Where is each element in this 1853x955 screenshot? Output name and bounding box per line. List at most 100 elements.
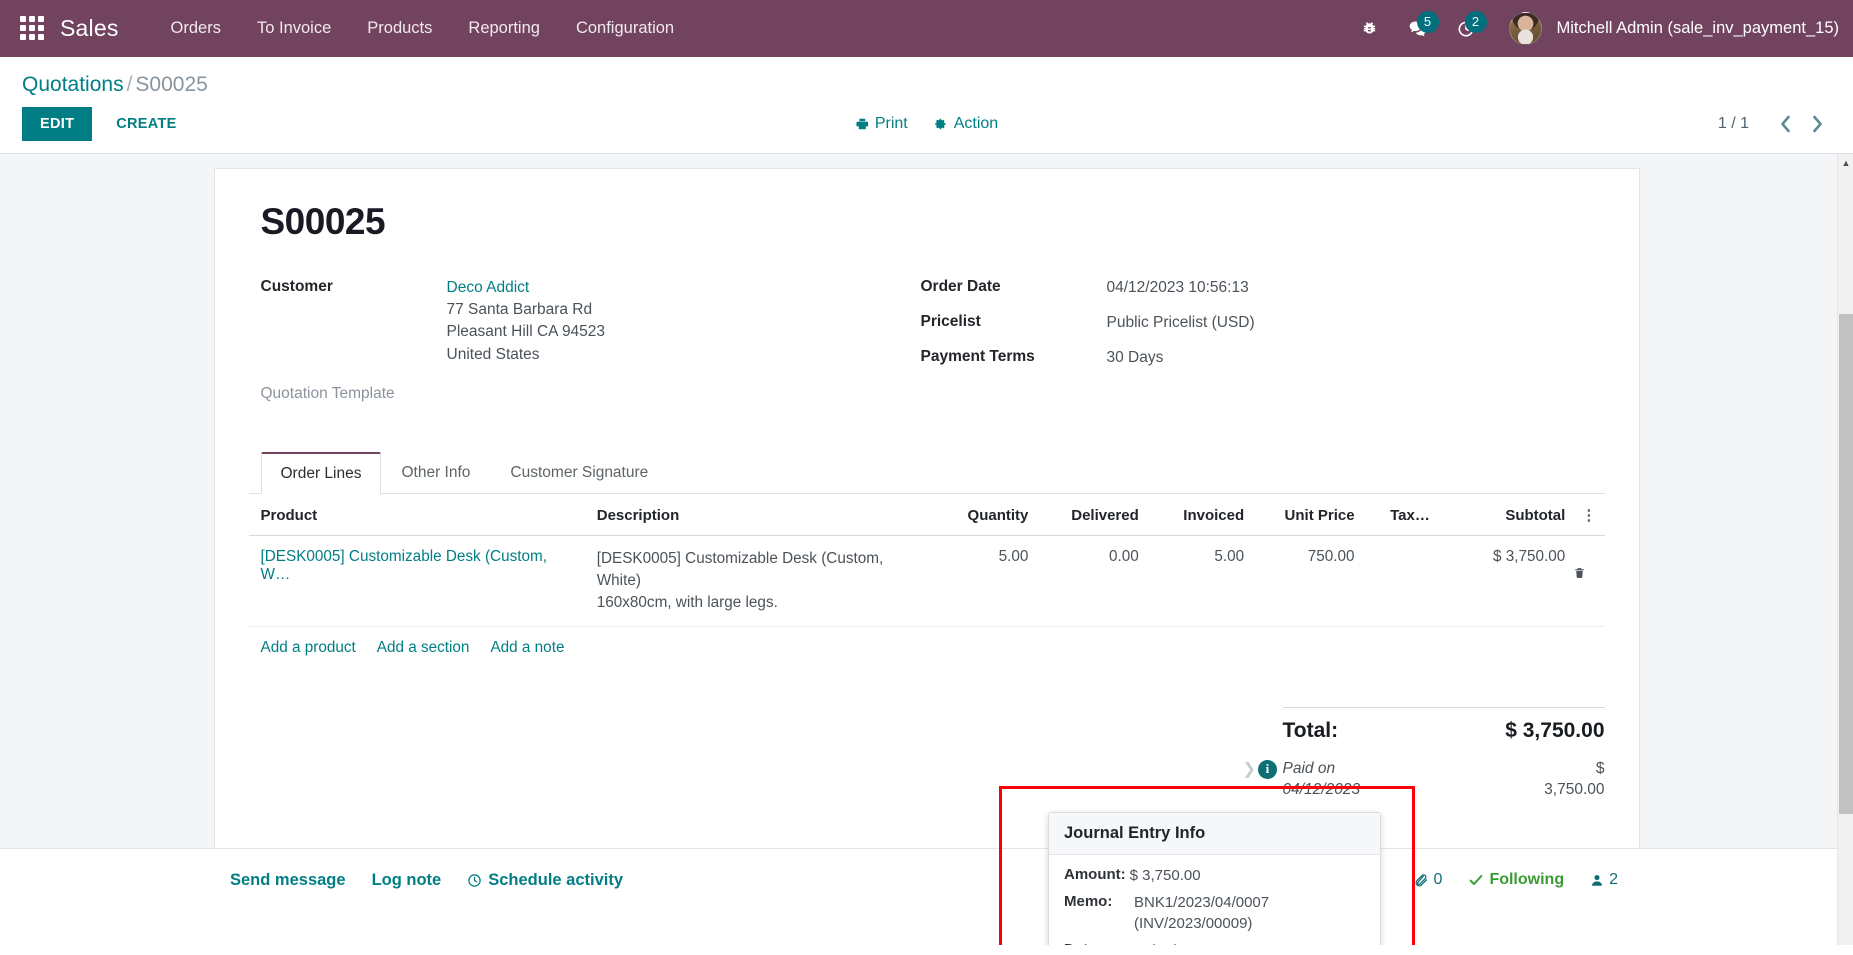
attachment-count: 0 [1433,871,1443,888]
following-status[interactable]: Following [1468,871,1564,889]
pricelist-value[interactable]: Public Pricelist (USD) [1107,312,1255,334]
vertical-dots-icon[interactable]: ⋮ [1573,494,1605,537]
record-fields-left: Customer Deco Addict 77 Santa Barbara Rd… [261,277,921,416]
user-menu-name[interactable]: Mitchell Admin (sale_inv_payment_15) [1557,19,1839,38]
column-header-tax[interactable]: Tax… [1362,494,1438,537]
column-header-quantity[interactable]: Quantity [931,494,1037,537]
product-link[interactable]: [DESK0005] Customizable Desk (Custom, W… [261,548,548,583]
totals-block: ❯ i Total: $ 3,750.00 Paid on 04/12/2023 [1243,707,1605,801]
clock-icon [467,873,482,888]
nav-item-products[interactable]: Products [349,11,450,46]
scrollbar-thumb[interactable] [1839,314,1853,814]
column-header-invoiced[interactable]: Invoiced [1146,494,1253,537]
popover-memo-line-1: BNK1/2023/04/0007 [1134,894,1270,912]
cell-description[interactable]: [DESK0005] Customizable Desk (Custom, Wh… [584,535,931,628]
paid-amount: $ 3,750.00 [1544,759,1604,801]
trash-icon[interactable] [1573,548,1604,580]
chatter-bar: Send message Log note Schedule activity … [0,848,1853,955]
edit-button[interactable]: EDIT [22,107,93,141]
payment-info-marker: ❯ i [1243,759,1277,779]
chatter-actions: Send message Log note Schedule activity [30,871,623,890]
nav-item-orders[interactable]: Orders [153,11,239,46]
log-note-button[interactable]: Log note [372,871,442,890]
cell-unit-price[interactable]: 750.00 [1252,535,1363,628]
create-button[interactable]: CREATE [100,107,192,141]
description-line-1: [DESK0005] Customizable Desk (Custom, [596,550,884,568]
navbar-right-cluster: 5 2 Mitchell Admin (sale_inv_payment_15) [1349,9,1839,49]
nav-item-configuration[interactable]: Configuration [558,11,692,46]
followers-count: 2 [1609,871,1618,888]
check-icon [1468,872,1484,888]
info-circle-icon[interactable]: i [1257,759,1277,779]
total-value: $ 3,750.00 [1505,719,1605,743]
clock-activity-icon[interactable]: 2 [1445,9,1487,49]
add-a-section-link[interactable]: Add a section [377,639,470,657]
total-label: Total: [1282,719,1339,743]
paid-row: Paid on 04/12/2023 $ 3,750.00 [1283,749,1605,801]
column-header-product[interactable]: Product [248,494,585,537]
tab-other-info[interactable]: Other Info [381,452,490,494]
schedule-activity-button[interactable]: Schedule activity [467,871,623,890]
app-brand-sales[interactable]: Sales [60,15,119,42]
paid-label-line-1: Paid on [1282,760,1336,778]
nav-item-reporting[interactable]: Reporting [450,11,558,46]
control-panel: Quotations / S00025 EDIT CREATE Print Ac… [0,57,1853,154]
order-date-value[interactable]: 04/12/2023 10:56:13 [1107,277,1249,299]
cell-product[interactable]: [DESK0005] Customizable Desk (Custom, W… [248,535,585,628]
totals-zone: ❯ i Total: $ 3,750.00 Paid on 04/12/2023 [249,707,1605,801]
cell-tax[interactable] [1362,535,1438,628]
field-customer-value-group: Deco Addict 77 Santa Barbara Rd Pleasant… [447,277,606,366]
record-fields-right: Order Date 04/12/2023 10:56:13 Pricelist… [921,277,1561,416]
scroll-up-arrow-icon[interactable]: ▲ [1838,154,1853,172]
chevron-right-icon[interactable] [1803,110,1831,138]
popover-amount-label: Amount: [1064,866,1126,883]
vertical-scrollbar[interactable]: ▲ [1837,154,1853,945]
chevron-left-icon[interactable] [1771,110,1799,138]
popover-date-label: Date: [1064,941,1130,945]
breadcrumb: Quotations / S00025 [0,67,1853,107]
send-message-button[interactable]: Send message [230,871,346,890]
description-line-3: 160x80cm, with large legs. [596,594,778,612]
table-row[interactable]: [DESK0005] Customizable Desk (Custom, W…… [248,535,1605,628]
popover-date-row: Date: 04/12/2023 [1064,941,1365,945]
paid-label-line-2: 04/12/2023 [1282,781,1361,799]
column-header-delivered[interactable]: Delivered [1036,494,1147,537]
action-button[interactable]: Action [934,115,998,133]
customer-address-line-1: 77 Santa Barbara Rd [446,301,593,318]
popover-date-value: 04/12/2023 [1130,941,1209,945]
user-avatar[interactable] [1508,12,1542,45]
cell-quantity[interactable]: 5.00 [931,535,1037,628]
paperclip-icon [1414,873,1429,888]
add-a-note-link[interactable]: Add a note [490,639,564,657]
popover-body: Amount: $ 3,750.00 Memo: BNK1/2023/04/00… [1049,855,1380,945]
breadcrumb-quotations[interactable]: Quotations [22,73,124,96]
attachments-stat[interactable]: 0 [1414,871,1443,889]
tab-customer-signature[interactable]: Customer Signature [490,452,668,494]
record-fields: Customer Deco Addict 77 Santa Barbara Rd… [261,277,1605,416]
customer-address-line-2: Pleasant Hill CA 94523 [446,323,606,341]
column-header-description[interactable]: Description [584,494,931,537]
chatter-stats: 0 Following 2 [1414,871,1823,889]
apps-grid-icon[interactable] [20,15,46,42]
column-header-subtotal[interactable]: Subtotal [1437,494,1574,537]
add-row-links: Add a product Add a section Add a note [249,627,1605,667]
followers-stat[interactable]: 2 [1590,871,1618,889]
cell-invoiced[interactable]: 5.00 [1146,535,1253,628]
nav-item-to-invoice[interactable]: To Invoice [239,11,349,46]
messages-icon[interactable]: 5 [1397,9,1439,49]
cell-delivered[interactable]: 0.00 [1036,535,1147,628]
bug-icon[interactable] [1349,9,1391,49]
notebook: Order Lines Other Info Customer Signatur… [248,452,1605,801]
popover-amount-value: $ 3,750.00 [1129,867,1201,884]
cell-delete [1573,535,1605,628]
column-header-unit-price[interactable]: Unit Price [1252,494,1363,537]
payment-terms-value[interactable]: 30 Days [1107,347,1164,369]
control-panel-actions: Print Action [855,115,998,133]
breadcrumb-current: S00025 [135,73,208,96]
customer-link[interactable]: Deco Addict [447,277,606,299]
pager-count: 1 / 1 [1717,115,1749,132]
print-button[interactable]: Print [855,115,908,133]
add-a-product-link[interactable]: Add a product [261,639,356,657]
schedule-activity-label: Schedule activity [488,871,624,889]
tab-order-lines[interactable]: Order Lines [260,452,382,495]
